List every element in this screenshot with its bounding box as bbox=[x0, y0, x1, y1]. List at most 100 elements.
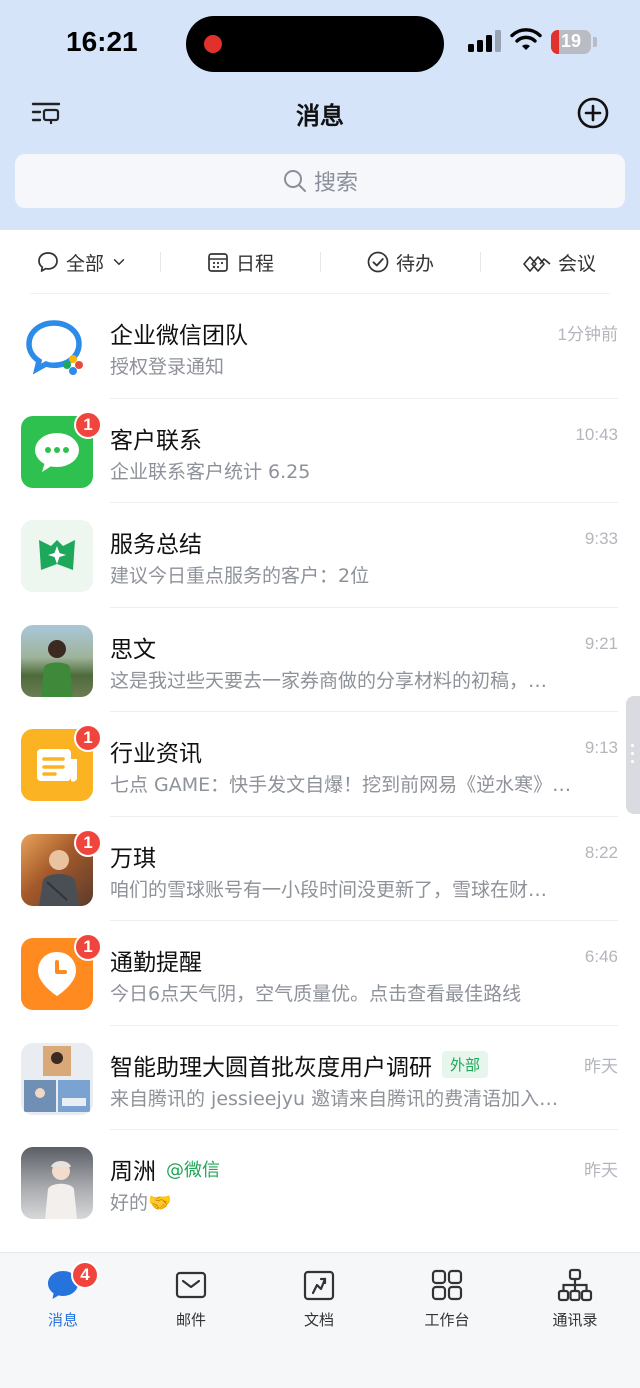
chat-name-text: 企业微信团队 bbox=[110, 323, 248, 349]
list-item[interactable]: 企业微信团队 1分钟前 授权登录通知 bbox=[0, 294, 640, 399]
tab-label: 工作台 bbox=[424, 1311, 470, 1329]
chat-name-text: 服务总结 bbox=[110, 532, 202, 558]
unread-badge: 1 bbox=[74, 828, 102, 857]
chat-name-text: 周洲 bbox=[110, 1159, 156, 1185]
chat-name: 企业微信团队 bbox=[110, 316, 248, 350]
list-item[interactable]: 1 通勤提醒 6:46 今日6点天气阴，空气质量优。点击查看最佳路线 bbox=[0, 921, 640, 1026]
unread-badge: 1 bbox=[74, 724, 102, 752]
filter-separator bbox=[320, 252, 321, 272]
calendar-icon bbox=[208, 253, 228, 272]
filter-schedule[interactable]: 日程 bbox=[206, 230, 274, 294]
filter-all[interactable]: 全部 bbox=[36, 230, 128, 294]
external-tag: 外部 bbox=[442, 1051, 489, 1078]
chevron-down-icon bbox=[113, 259, 125, 265]
list-item[interactable]: 思文 9:21 这是我过些天要去一家券商做的分享材料的初稿，… bbox=[0, 608, 640, 712]
wecom-team-avatar bbox=[21, 311, 93, 383]
filter-meeting-label: 会议 bbox=[558, 252, 597, 275]
chat-name-text: 万琪 bbox=[110, 845, 156, 872]
unread-badge: 1 bbox=[74, 410, 102, 439]
filter-schedule-label: 日程 bbox=[236, 252, 275, 275]
tab-label: 邮件 bbox=[175, 1311, 206, 1329]
chat-name-text: 客户联系 bbox=[110, 427, 202, 454]
chat-name: 万琪 bbox=[110, 839, 156, 873]
edge-drag-handle[interactable] bbox=[626, 696, 640, 814]
chat-name: 智能助理大圆首批灰度用户调研 外部 bbox=[110, 1048, 489, 1082]
chat-time: 6:46 bbox=[584, 947, 618, 966]
meeting-icon bbox=[523, 256, 551, 272]
chat-preview: 这是我过些天要去一家券商做的分享材料的初稿，… bbox=[110, 669, 548, 692]
chat-preview: 今日6点天气阴，空气质量优。点击查看最佳路线 bbox=[110, 983, 522, 1005]
battery-percent: 19 bbox=[560, 31, 582, 51]
tab-workbench[interactable]: 工作台 bbox=[402, 1267, 492, 1330]
wifi-icon bbox=[510, 28, 542, 50]
user-avatar-photo bbox=[21, 624, 93, 697]
list-item[interactable]: 智能助理大圆首批灰度用户调研 外部 昨天 来自腾讯的 jessieejyu 邀请… bbox=[0, 1026, 640, 1130]
wecom-logo-icon bbox=[26, 320, 83, 375]
add-icon[interactable] bbox=[576, 96, 610, 130]
list-item[interactable]: 服务总结 9:33 建议今日重点服务的客户：2位 bbox=[0, 503, 640, 608]
mail-icon bbox=[175, 1271, 207, 1299]
chat-name: 行业资讯 bbox=[110, 734, 202, 768]
tab-label: 消息 bbox=[47, 1311, 78, 1329]
chat-time: 10:43 bbox=[575, 424, 618, 444]
filter-todo[interactable]: 待办 bbox=[366, 230, 434, 294]
list-item[interactable]: 1 万琪 8:22 咱们的雪球账号有一小段时间没更新了，雪球在财… bbox=[0, 817, 640, 921]
filter-separator bbox=[480, 252, 481, 272]
chat-time: 8:22 bbox=[584, 842, 618, 862]
tab-messages[interactable]: 4 消息 bbox=[18, 1261, 108, 1330]
search-placeholder: 搜索 bbox=[313, 171, 358, 196]
chat-time: 昨天 bbox=[584, 1056, 618, 1076]
filter-bar: 全部 日程 待办 会议 bbox=[0, 230, 640, 294]
chat-name: 服务总结 bbox=[110, 525, 202, 559]
battery-tip bbox=[593, 37, 597, 47]
filter-meeting[interactable]: 会议 bbox=[522, 230, 596, 294]
filter-all-label: 全部 bbox=[66, 252, 105, 275]
search-input[interactable]: 搜索 bbox=[15, 154, 625, 208]
wechat-tag: @微信 bbox=[166, 1160, 220, 1181]
group-photos-icon bbox=[24, 1045, 90, 1112]
chat-preview: 来自腾讯的 jessieejyu 邀请来自腾讯的费清语加入… bbox=[110, 1087, 559, 1110]
bottom-tab-bar: 4 消息 邮件 文档 工作台 通讯录 bbox=[0, 1252, 640, 1388]
unread-badge: 1 bbox=[74, 933, 102, 961]
group-avatar bbox=[21, 1042, 93, 1115]
tab-unread-badge: 4 bbox=[71, 1261, 99, 1289]
service-summary-icon bbox=[39, 540, 75, 570]
filter-separator bbox=[160, 252, 161, 272]
check-circle-icon bbox=[367, 251, 389, 273]
chat-preview: 咱们的雪球账号有一小段时间没更新了，雪球在财… bbox=[110, 878, 548, 901]
tab-label: 通讯录 bbox=[552, 1311, 598, 1329]
chat-name: 客户联系 bbox=[110, 421, 202, 455]
document-icon bbox=[303, 1270, 335, 1301]
tab-mail[interactable]: 邮件 bbox=[146, 1267, 236, 1330]
chat-time: 9:13 bbox=[584, 738, 618, 757]
tab-contacts[interactable]: 通讯录 bbox=[530, 1267, 620, 1330]
status-time: 16:21 bbox=[66, 26, 138, 57]
service-summary-avatar bbox=[21, 520, 93, 592]
chat-name-text: 思文 bbox=[110, 636, 156, 663]
person-photo-icon bbox=[45, 1161, 77, 1219]
filter-todo-label: 待办 bbox=[396, 252, 435, 275]
chat-preview: 授权登录通知 bbox=[110, 356, 225, 378]
chat-name-text: 行业资讯 bbox=[110, 741, 202, 767]
list-item[interactable]: 1 行业资讯 9:13 七点 GAME：快手发文自爆！挖到前网易《逆水寒》… bbox=[0, 712, 640, 817]
user-avatar-photo bbox=[21, 1147, 93, 1219]
list-item[interactable]: 周洲 @微信 昨天 好的🤝 bbox=[0, 1130, 640, 1235]
tab-documents[interactable]: 文档 bbox=[274, 1267, 364, 1330]
chat-name-text: 智能助理大圆首批灰度用户调研 bbox=[110, 1054, 432, 1081]
chat-time: 昨天 bbox=[584, 1161, 618, 1180]
chat-preview: 七点 GAME：快手发文自爆！挖到前网易《逆水寒》… bbox=[110, 774, 572, 796]
recording-indicator-icon bbox=[204, 35, 222, 53]
chat-name: 思文 bbox=[110, 630, 156, 664]
tab-label: 文档 bbox=[303, 1311, 334, 1329]
contacts-icon bbox=[557, 1268, 593, 1302]
chat-name: 周洲 @微信 bbox=[110, 1152, 220, 1186]
list-item[interactable]: 1 客户联系 10:43 企业联系客户统计 6.25 bbox=[0, 399, 640, 503]
dynamic-island bbox=[186, 16, 444, 72]
page-title: 消息 bbox=[296, 102, 344, 130]
chat-preview: 建议今日重点服务的客户：2位 bbox=[110, 565, 370, 587]
chat-preview: 好的🤝 bbox=[110, 1192, 172, 1214]
status-bar: 16:21 19 bbox=[0, 0, 640, 88]
chat-preview: 企业联系客户统计 6.25 bbox=[110, 460, 311, 483]
person-photo-icon bbox=[41, 639, 73, 697]
chat-time: 1分钟前 bbox=[557, 325, 618, 344]
